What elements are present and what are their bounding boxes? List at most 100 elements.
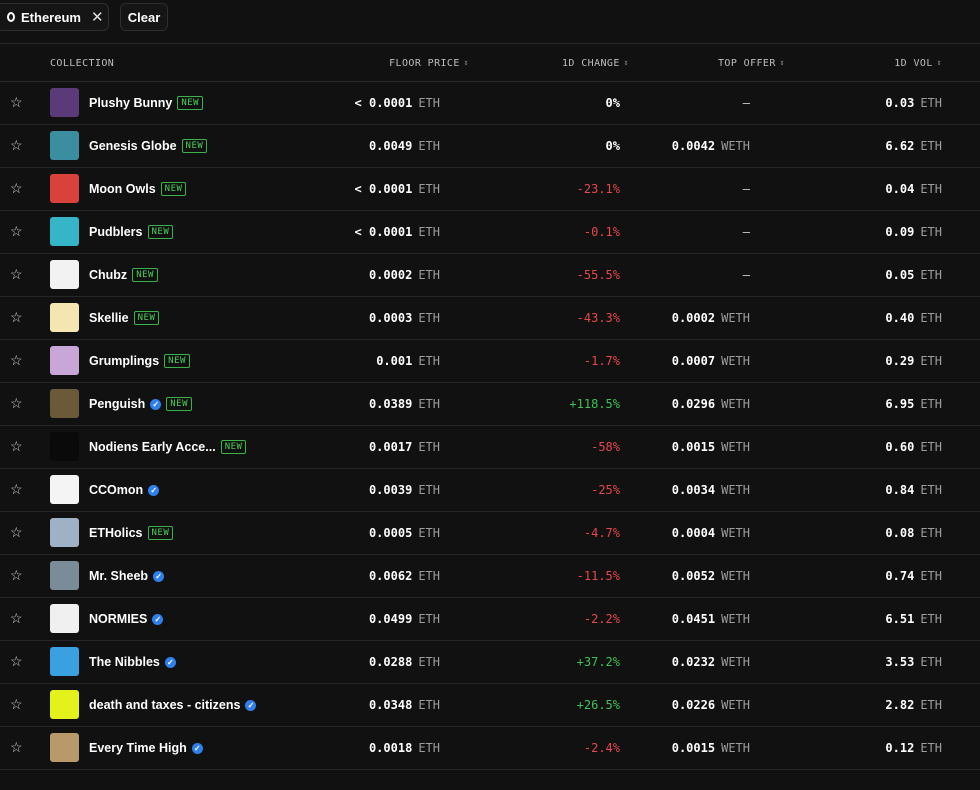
collection-name: NORMIES xyxy=(89,612,148,626)
star-icon[interactable]: ☆ xyxy=(10,180,23,197)
star-icon[interactable]: ☆ xyxy=(10,524,23,541)
table-row[interactable]: ☆ Moon Owls NEW < 0.0001 ETH -23.1% – 0.04 ETH xyxy=(0,168,980,211)
table-row[interactable]: ☆ Mr. Sheeb ✓ 0.0062 ETH -11.5% 0.0052 WETH 0.74… xyxy=(0,555,980,598)
change-1d-value: -43.3% xyxy=(576,311,620,325)
collection-thumbnail xyxy=(50,303,79,332)
top-offer-cell: 0.0451 WETH xyxy=(672,612,750,626)
clear-button[interactable]: Clear xyxy=(120,3,168,31)
vol-1d-unit: ETH xyxy=(920,698,942,712)
star-icon[interactable]: ☆ xyxy=(10,223,23,240)
change-1d-value: -0.1% xyxy=(583,225,620,239)
collection-name-cell[interactable]: Moon Owls NEW xyxy=(89,168,187,210)
collection-name-cell[interactable]: Genesis Globe NEW xyxy=(89,125,208,167)
new-badge: NEW xyxy=(132,268,158,282)
vol-1d-unit: ETH xyxy=(920,569,942,583)
star-icon[interactable]: ☆ xyxy=(10,266,23,283)
collection-name: Genesis Globe xyxy=(89,139,177,153)
top-offer-unit: WETH xyxy=(721,612,750,626)
vol-1d-value: 6.62 xyxy=(885,139,915,153)
collection-name-cell[interactable]: NORMIES ✓ xyxy=(89,598,164,640)
vol-1d-value: 0.29 xyxy=(885,354,915,368)
table-row[interactable]: ☆ Pudblers NEW < 0.0001 ETH -0.1% – 0.09 ETH xyxy=(0,211,980,254)
ethereum-filter-chip[interactable]: Ethereum ✕ xyxy=(0,3,109,31)
floor-price-value: 0.0039 xyxy=(368,483,413,497)
floor-price-value: 0.0389 xyxy=(368,397,413,411)
collection-name-cell[interactable]: The Nibbles ✓ xyxy=(89,641,176,683)
collection-thumbnail xyxy=(50,389,79,418)
star-icon[interactable]: ☆ xyxy=(10,137,23,154)
floor-price-cell: 0.0348 ETH xyxy=(369,698,440,712)
new-badge: NEW xyxy=(166,397,193,411)
close-icon[interactable]: ✕ xyxy=(91,8,104,26)
floor-price-value: 0.0002 xyxy=(368,268,413,282)
star-icon[interactable]: ☆ xyxy=(10,739,23,756)
new-badge: NEW xyxy=(177,96,204,110)
collection-thumbnail xyxy=(50,260,79,289)
top-offer-unit: WETH xyxy=(721,397,750,411)
column-header-1d-vol[interactable]: 1D VOL ⇕ xyxy=(894,58,942,69)
column-header-top-offer[interactable]: TOP OFFER ⇕ xyxy=(718,58,785,69)
table-row[interactable]: ☆ ETHolics NEW 0.0005 ETH -4.7% 0.0004 WETH 0.08… xyxy=(0,512,980,555)
floor-price-cell: 0.0049 ETH xyxy=(369,139,440,153)
star-icon[interactable]: ☆ xyxy=(10,352,23,369)
table-row[interactable]: ☆ Grumplings NEW 0.001 ETH -1.7% 0.0007 WETH 0.2… xyxy=(0,340,980,383)
table-row[interactable]: ☆ The Nibbles ✓ 0.0288 ETH +37.2% 0.0232 WETH 3.… xyxy=(0,641,980,684)
collection-name-cell[interactable]: Mr. Sheeb ✓ xyxy=(89,555,165,597)
collection-name-cell[interactable]: Chubz NEW xyxy=(89,254,158,296)
verified-icon: ✓ xyxy=(148,484,160,496)
top-offer-unit: WETH xyxy=(721,741,750,755)
column-header-floor-price[interactable]: FLOOR PRICE ⇕ xyxy=(389,58,469,69)
collection-name-cell[interactable]: ETHolics NEW xyxy=(89,512,174,554)
star-icon[interactable]: ☆ xyxy=(10,610,23,627)
top-offer-cell: 0.0042 WETH xyxy=(672,139,750,153)
vol-1d-cell: 0.29 ETH xyxy=(885,354,942,368)
table-row[interactable]: ☆ death and taxes - citizens ✓ 0.0348 ETH +26… xyxy=(0,684,980,727)
collection-name-cell[interactable]: Skellie NEW xyxy=(89,297,160,339)
star-icon[interactable]: ☆ xyxy=(10,653,23,670)
collection-name-cell[interactable]: Plushy Bunny NEW xyxy=(89,82,204,124)
vol-1d-cell: 0.40 ETH xyxy=(885,311,942,325)
floor-price-value: 0.001 xyxy=(376,354,413,368)
collection-name-cell[interactable]: death and taxes - citizens ✓ xyxy=(89,684,257,726)
table-row[interactable]: ☆ Skellie NEW 0.0003 ETH -43.3% 0.0002 WETH 0.40… xyxy=(0,297,980,340)
new-badge: NEW xyxy=(133,311,160,325)
table-row[interactable]: ☆ NORMIES ✓ 0.0499 ETH -2.2% 0.0451 WETH 6.51 ETH xyxy=(0,598,980,641)
table-row[interactable]: ☆ Every Time High ✓ 0.0018 ETH -2.4% 0.0015 WET… xyxy=(0,727,980,770)
column-label: 1D CHANGE xyxy=(561,58,620,69)
star-icon[interactable]: ☆ xyxy=(10,438,23,455)
star-icon[interactable]: ☆ xyxy=(10,309,23,326)
table-row[interactable]: ☆ Nodiens Early Acce... NEW 0.0017 ETH -58% 0.… xyxy=(0,426,980,469)
star-icon[interactable]: ☆ xyxy=(10,481,23,498)
floor-price-cell: 0.0389 ETH xyxy=(369,397,440,411)
column-header-1d-change[interactable]: 1D CHANGE ⇕ xyxy=(562,58,629,69)
top-offer-cell: 0.0296 WETH xyxy=(672,397,750,411)
collection-name: CCOmon xyxy=(89,483,144,497)
vol-1d-unit: ETH xyxy=(920,655,942,669)
change-1d-value: +26.5% xyxy=(576,698,620,712)
collection-name-cell[interactable]: Pudblers NEW xyxy=(89,211,174,253)
star-icon[interactable]: ☆ xyxy=(10,567,23,584)
new-badge: NEW xyxy=(220,440,247,454)
star-icon[interactable]: ☆ xyxy=(10,94,23,111)
floor-price-unit: ETH xyxy=(418,655,440,669)
top-offer-cell: 0.0004 WETH xyxy=(672,526,750,540)
collection-name-cell[interactable]: Nodiens Early Acce... NEW xyxy=(89,426,247,468)
table-row[interactable]: ☆ Plushy Bunny NEW < 0.0001 ETH 0% – 0.03 ETH xyxy=(0,82,980,125)
star-icon[interactable]: ☆ xyxy=(10,395,23,412)
top-offer-value: – xyxy=(742,96,750,110)
table-row[interactable]: ☆ Genesis Globe NEW 0.0049 ETH 0% 0.0042 WETH 6.… xyxy=(0,125,980,168)
collection-name-cell[interactable]: Grumplings NEW xyxy=(89,340,190,382)
top-offer-value: 0.0015 xyxy=(671,440,716,454)
table-row[interactable]: ☆ Chubz NEW 0.0002 ETH -55.5% – 0.05 ETH xyxy=(0,254,980,297)
collection-name-cell[interactable]: CCOmon ✓ xyxy=(89,469,160,511)
top-offer-value: 0.0232 xyxy=(671,655,716,669)
star-icon[interactable]: ☆ xyxy=(10,696,23,713)
top-offer-value: – xyxy=(742,182,750,196)
collection-name-cell[interactable]: Every Time High ✓ xyxy=(89,727,203,769)
collection-name-cell[interactable]: Penguish ✓ NEW xyxy=(89,383,193,425)
collection-thumbnail xyxy=(50,217,79,246)
table-row[interactable]: ☆ CCOmon ✓ 0.0039 ETH -25% 0.0034 WETH 0.84 ETH xyxy=(0,469,980,512)
collection-thumbnail xyxy=(50,733,79,762)
collection-thumbnail xyxy=(50,131,79,160)
table-row[interactable]: ☆ Penguish ✓ NEW 0.0389 ETH +118.5% 0.0296 WETH 6… xyxy=(0,383,980,426)
